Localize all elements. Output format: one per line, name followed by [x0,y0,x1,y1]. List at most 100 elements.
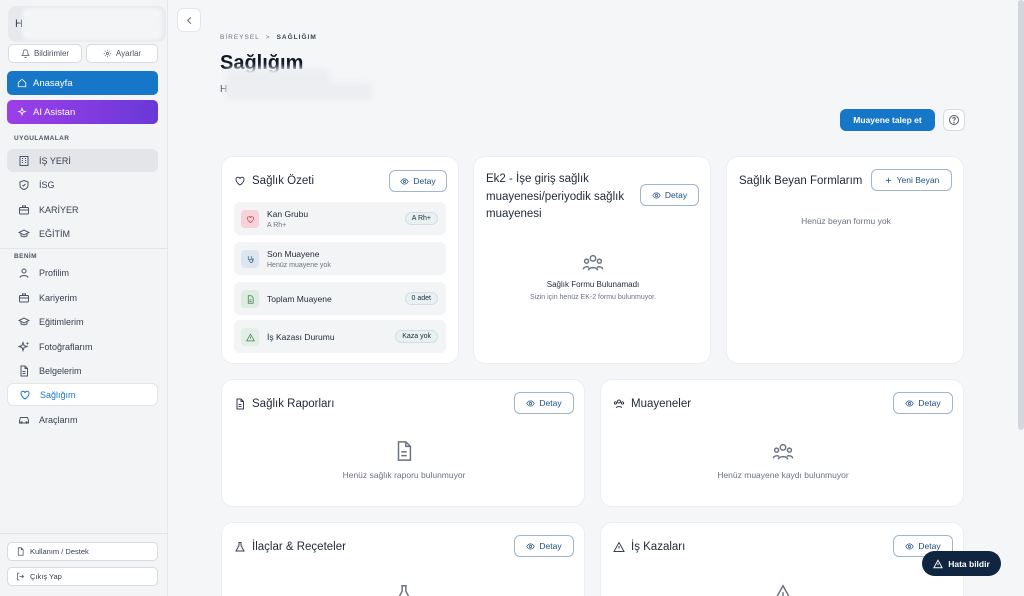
user-icon [19,268,29,278]
warning-icon [933,558,944,568]
settings-button[interactable]: Ayarlar [86,44,158,63]
accidents-title: İş Kazaları [613,541,685,553]
help-button[interactable] [943,109,965,131]
summary-row-total-exams: Toplam Muayene 0 adet [234,282,446,315]
exams-detail-button[interactable]: Detay [893,392,953,414]
ek2-empty-text: Sizin için henüz EK-2 formu bulunmuyor. [529,294,657,301]
sidebar-item-fotograflarim[interactable]: Fotoğraflarım [7,335,158,358]
medicines-detail-button[interactable]: Detay [514,535,574,557]
summary-row-blood-type: Kan Grubu A Rh+ A Rh+ [234,202,446,235]
card-title-text: İlaçlar & Reçeteler [252,541,346,553]
eye-icon [652,191,661,199]
mine-section-title: BENİM [14,253,37,260]
medicines-card: İlaçlar & Reçeteler Detay [221,522,585,596]
building-icon [19,155,29,166]
sidebar-item-kariyer[interactable]: KARİYER [7,198,158,221]
sidebar-item-isg[interactable]: İSG [7,173,158,196]
notifications-button[interactable]: Bildirimler [8,44,82,63]
sparkle-icon [18,340,29,352]
logout-icon [17,572,25,581]
breadcrumb-separator: > [265,34,271,41]
new-declaration-button[interactable]: Yeni Beyan [871,169,952,191]
users-icon [613,399,625,409]
document-icon [20,365,28,376]
sidebar-divider [0,248,168,249]
summary-row-sub: Henüz muayene yok [267,262,331,269]
support-button[interactable]: Kullanım / Destek [7,542,158,561]
summary-row-label: Kan Grubu [267,209,309,219]
ek2-title: Ek2 - İşe giriş sağlık muayenesi/periyod… [486,171,624,224]
ek2-detail-button[interactable]: Detay [640,184,699,206]
health-summary-card: Sağlık Özeti Detay Kan Grubu A Rh+ A Rh+… [221,156,459,364]
chevron-left-icon [186,16,191,24]
sidebar-item-egitim[interactable]: EĞİTİM [7,222,158,245]
sidebar-item-egitimlerim[interactable]: Eğitimlerim [7,310,158,333]
nav-home[interactable]: Anasayfa [7,71,158,95]
sidebar-item-belgelerim[interactable]: Belgelerim [7,359,158,382]
nav-ai-assistant[interactable]: AI Asistan [7,100,158,124]
apps-section-title: UYGULAMALAR [14,135,70,142]
health-reports-card: Sağlık Raporları Detay Henüz sağlık rapo… [221,379,585,507]
warning-icon [613,541,625,552]
exams-card: Muayeneler Detay Henüz muayene kaydı bul… [600,379,964,507]
ek2-title-line: muayenesi [486,208,542,220]
briefcase-icon [19,205,29,214]
settings-label: Ayarlar [115,49,142,58]
bell-icon [20,49,30,58]
profile-card[interactable]: H [8,6,166,42]
sidebar-collapse-button[interactable] [177,8,201,32]
summary-detail-button[interactable]: Detay [389,170,447,192]
sidebar-item-label: İSG [39,179,55,190]
breadcrumb-current: SAĞLIĞIM [276,34,317,41]
status-badge: Kaza yok [395,330,438,343]
sidebar-item-is-yeri[interactable]: İŞ YERİ [7,149,158,172]
gear-icon [103,49,112,58]
summary-row-last-exam: Son Muayene Henüz muayene yok [234,242,446,275]
eye-icon [905,399,915,407]
sparkle-icon [17,107,27,117]
detail-label: Detay [918,398,941,408]
report-bug-button[interactable]: Hata bildir [922,551,1001,576]
sidebar-item-araclarim[interactable]: Araçlarım [7,408,158,431]
detail-label: Detay [539,541,562,551]
eye-icon [526,542,536,550]
detail-label: Detay [664,190,688,200]
reports-empty-text: Henüz sağlık raporu bulunmuyor [342,470,466,480]
users-icon [772,443,794,460]
document-icon [241,290,259,308]
summary-row-label: Toplam Muayene [267,294,332,304]
sidebar-item-label: Fotoğraflarım [39,341,93,352]
sidebar-item-label: Eğitimlerim [39,316,84,327]
sidebar-item-label: Sağlığım [40,389,76,400]
request-exam-button[interactable]: Muayene talep et [840,109,935,131]
logout-label: Çıkış Yap [30,572,62,581]
sidebar-item-label: Profilim [39,267,70,278]
declarations-card: Sağlık Beyan Formlarım Yeni Beyan Henüz … [726,156,964,364]
graduation-cap-icon [18,228,30,237]
breadcrumb-parent[interactable]: BİREYSEL [220,34,260,41]
reports-detail-button[interactable]: Detay [514,392,574,414]
warning-icon [241,328,259,346]
notifications-label: Bildirimler [33,49,70,58]
eye-icon [526,399,536,407]
sidebar-item-label: Kariyerim [39,292,78,303]
status-badge: 0 adet [404,292,438,305]
card-title-text: Sağlık Özeti [252,175,314,187]
heart-icon [235,176,245,186]
sidebar: H Bildirimler Ayarlar Anasayfa AI Asista… [0,0,168,596]
sidebar-item-label: Araçlarım [39,414,78,425]
card-title-text: Muayeneler [631,398,692,410]
sidebar-item-profilim[interactable]: Profilim [7,261,158,284]
detail-label: Detay [413,176,436,186]
ek2-title-line: muayenesi/periyodik sağlık [486,190,625,203]
sidebar-item-kariyerim[interactable]: Kariyerim [7,286,158,309]
warning-icon [776,584,790,596]
nav-home-label: Anasayfa [33,77,73,89]
briefcase-icon [19,293,29,302]
status-badge: A Rh+ [404,212,438,225]
scrollbar[interactable] [1018,0,1024,430]
heart-icon [241,210,259,228]
plus-icon [885,177,891,183]
logout-button[interactable]: Çıkış Yap [7,567,158,586]
sidebar-item-sagligim[interactable]: Sağlığım [7,383,158,406]
